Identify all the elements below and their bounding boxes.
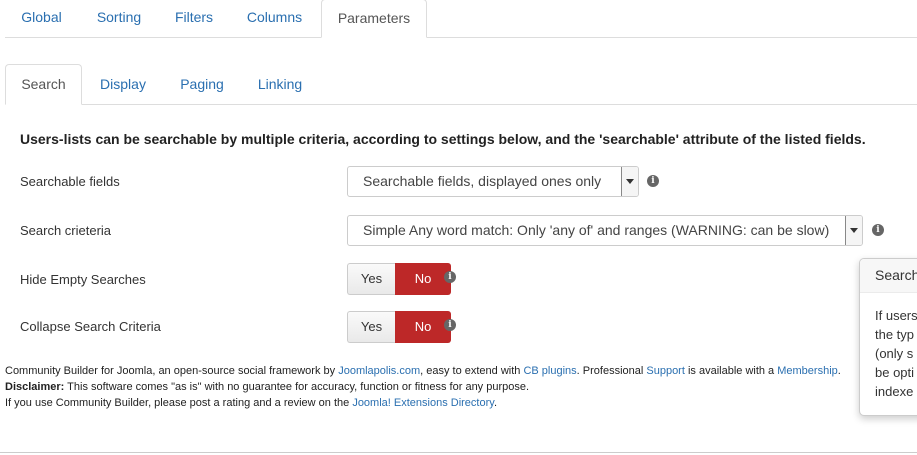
searchable-fields-select[interactable]: Searchable fields, displayed ones only [347,166,639,197]
hide-empty-no-button[interactable]: No [395,263,451,295]
search-intro-text: Users-lists can be searchable by multipl… [20,131,866,147]
popover-line: (only s [875,346,914,361]
tab-global[interactable]: Global [5,0,78,37]
divider [0,452,917,453]
search-criteria-popover: Search If users the typ (only s be opti … [859,258,917,416]
collapse-search-criteria-label: Collapse Search Criteria [20,319,161,334]
hide-empty-searches-toggle: Yes No [347,263,451,295]
footer-text: . [837,365,841,377]
collapse-no-button[interactable]: No [395,311,451,343]
tab-sorting[interactable]: Sorting [78,0,160,37]
search-criteria-value: Simple Any word match: Only 'any of' and… [363,222,830,238]
footer-line-3: If you use Community Builder, please pos… [5,395,841,411]
searchable-fields-value: Searchable fields, displayed ones only [363,173,602,189]
tab-display[interactable]: Display [82,64,164,104]
joomlapolis-link[interactable]: Joomlapolis.com [338,365,420,377]
footer-text: is available with a [684,365,778,377]
footer-line-1: Community Builder for Joomla, an open-so… [5,363,841,379]
tab-search[interactable]: Search [5,64,82,105]
membership-link[interactable]: Membership [777,365,838,377]
footer-text: . Professional [576,365,647,377]
support-link[interactable]: Support [646,365,685,377]
popover-body: If users the typ (only s be opti indexe [860,293,917,401]
tab-columns[interactable]: Columns [228,0,321,37]
hide-empty-yes-button[interactable]: Yes [347,263,395,295]
sub-tab-bar: Search Display Paging Linking [5,64,917,105]
cb-plugins-link[interactable]: CB plugins [523,365,576,377]
popover-line: indexe [875,384,914,399]
tab-parameters[interactable]: Parameters [321,0,427,38]
footer: Community Builder for Joomla, an open-so… [5,363,841,411]
popover-line: If users [875,308,917,323]
popover-line: the typ [875,327,915,342]
footer-text: If you use Community Builder, please pos… [5,397,353,409]
info-icon[interactable]: i [647,175,659,187]
info-icon[interactable]: i [444,319,456,331]
chevron-down-icon [621,167,638,196]
footer-text: Community Builder for Joomla, an open-so… [5,365,339,377]
footer-text: , easy to extend with [420,365,524,377]
disclaimer-label: Disclaimer: [5,381,65,393]
hide-empty-searches-label: Hide Empty Searches [20,272,146,287]
popover-line: be opti [875,365,915,380]
tab-linking[interactable]: Linking [240,64,320,104]
disclaimer-text: This software comes "as is" with no guar… [64,381,530,393]
search-criteria-label: Search crieteria [20,223,112,238]
popover-title: Search [860,259,917,293]
chevron-down-icon [845,216,862,245]
search-criteria-select[interactable]: Simple Any word match: Only 'any of' and… [347,215,863,246]
info-icon[interactable]: i [872,224,884,236]
footer-text: . [493,397,497,409]
collapse-search-criteria-toggle: Yes No [347,311,451,343]
info-icon[interactable]: i [444,271,456,283]
tab-filters[interactable]: Filters [160,0,228,37]
top-tab-bar: Global Sorting Filters Columns Parameter… [5,0,917,38]
tab-paging[interactable]: Paging [164,64,240,104]
collapse-yes-button[interactable]: Yes [347,311,395,343]
footer-line-2: Disclaimer: This software comes "as is" … [5,379,841,395]
extensions-directory-link[interactable]: Joomla! Extensions Directory [352,397,494,409]
searchable-fields-label: Searchable fields [20,174,120,189]
